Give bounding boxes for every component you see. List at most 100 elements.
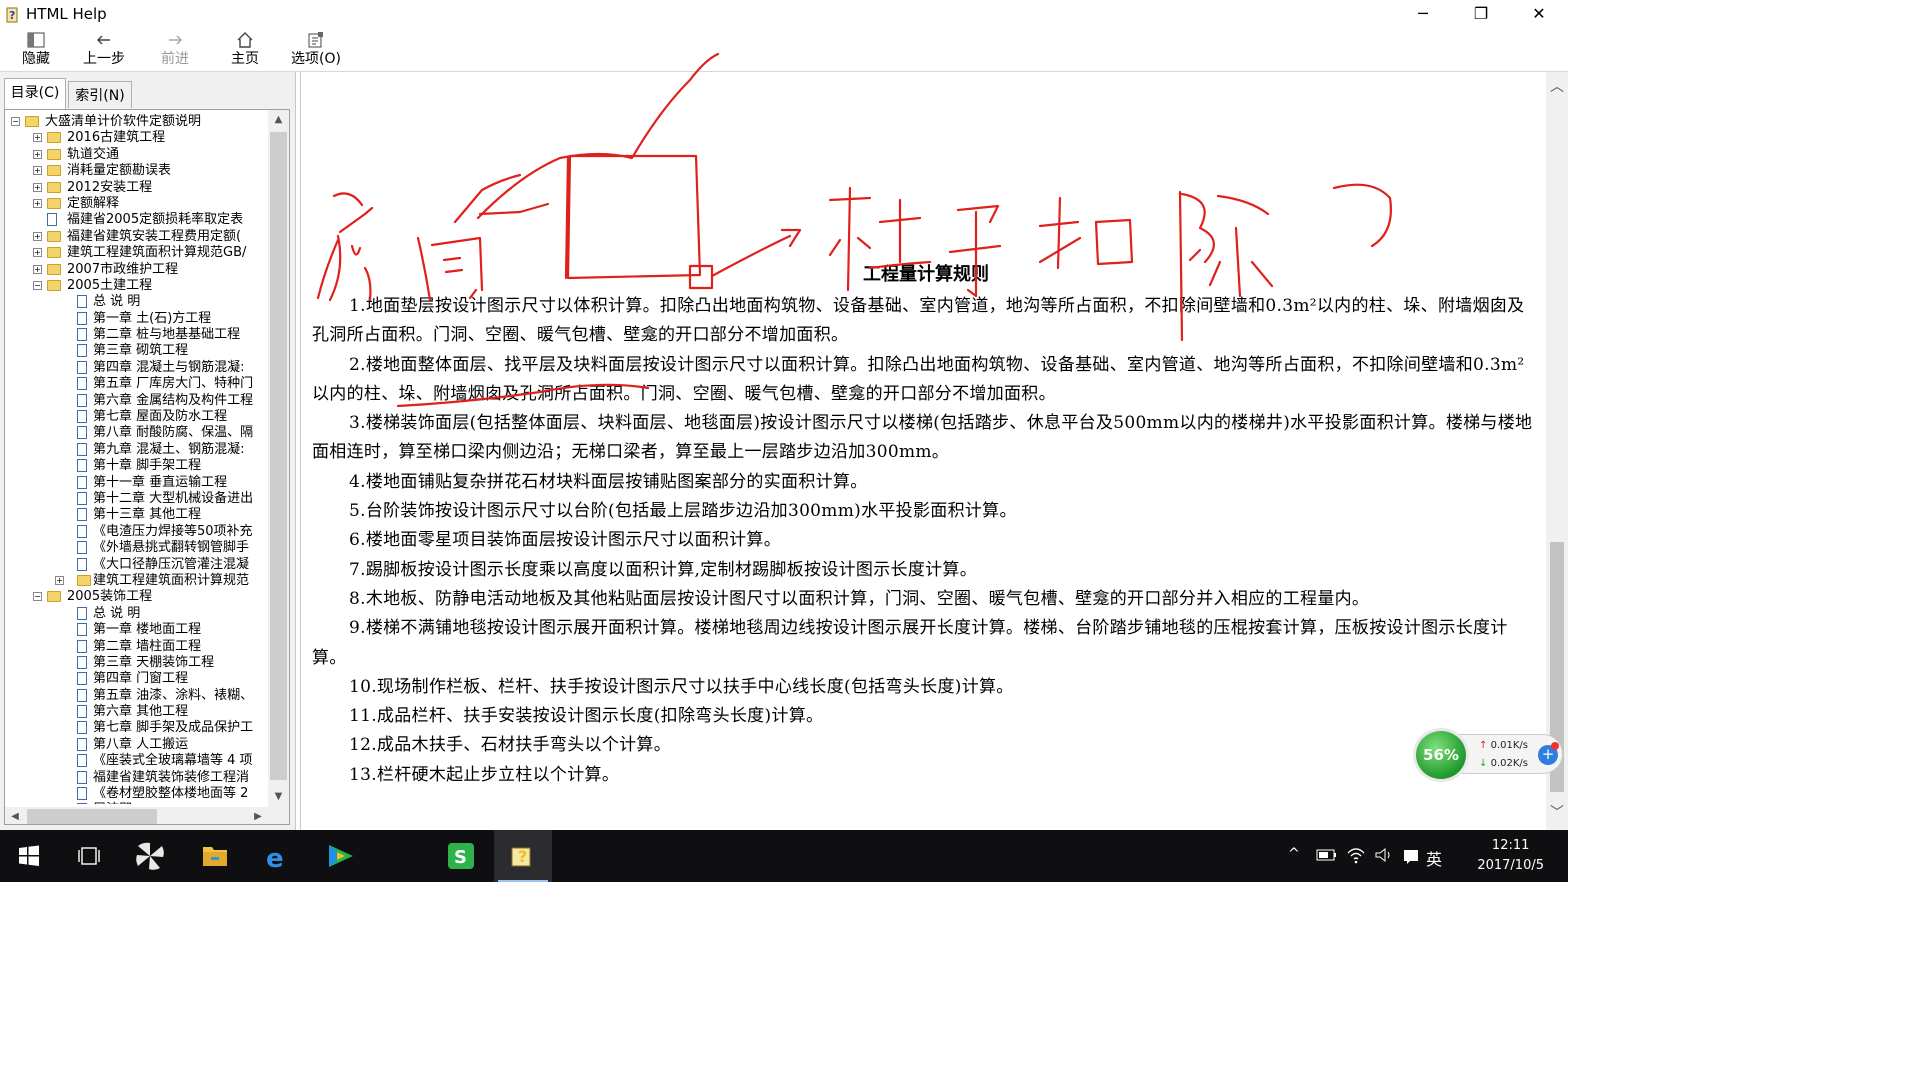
scroll-thumb[interactable]: [270, 132, 287, 780]
expand-icon[interactable]: +: [33, 182, 42, 192]
tree-item[interactable]: 第四章 混凝土与钢筋混凝:: [5, 360, 267, 376]
tab-index[interactable]: 索引(N): [68, 81, 132, 108]
input-method-indicator[interactable]: 英: [1426, 846, 1442, 870]
tree-item[interactable]: 第十一章 垂直运输工程: [5, 475, 267, 491]
tree-item[interactable]: 第三章 砌筑工程: [5, 343, 267, 359]
tree-item[interactable]: 第九章 混凝土、钢筋混凝:: [5, 442, 267, 458]
collapse-icon[interactable]: −: [33, 592, 42, 602]
tree-item[interactable]: 第七章 屋面及防水工程: [5, 409, 267, 425]
expand-icon[interactable]: +: [33, 198, 42, 208]
tree-item[interactable]: 第四章 门窗工程: [5, 671, 267, 687]
tree-vertical-scrollbar[interactable]: ▲ ▼: [268, 110, 289, 807]
help-book-icon: ?: [6, 7, 18, 23]
scroll-left-icon[interactable]: ◀: [5, 807, 25, 824]
tree-item[interactable]: 第七章 脚手架及成品保护工: [5, 720, 267, 736]
scroll-down-icon[interactable]: ﹀: [1546, 802, 1568, 824]
tree-item[interactable]: 第十三章 其他工程: [5, 507, 267, 523]
tree-item[interactable]: +2016古建筑工程: [5, 130, 267, 146]
tree-item[interactable]: 第五章 厂库房大门、特种门: [5, 376, 267, 392]
tree-item[interactable]: 第五章 油漆、涂料、裱糊、: [5, 688, 267, 704]
restore-button[interactable]: ❐: [1452, 0, 1510, 28]
page-icon: [77, 508, 87, 522]
tree-item[interactable]: − 大盛清单计价软件定额说明: [5, 114, 267, 130]
tree-item[interactable]: + 消耗量定额勘误表: [5, 163, 267, 179]
expand-icon[interactable]: +: [33, 264, 42, 274]
memory-usage-ball[interactable]: 56%: [1413, 728, 1469, 782]
expand-icon[interactable]: +: [33, 231, 42, 241]
tree-item[interactable]: + 轨道交通: [5, 147, 267, 163]
tree-item[interactable]: + 建筑工程建筑面积计算规范GB/: [5, 245, 267, 261]
tree-item[interactable]: 《座装式全玻璃幕墙等 4 项: [5, 753, 267, 769]
scroll-up-icon[interactable]: ︿: [1546, 76, 1568, 98]
collapse-icon[interactable]: −: [33, 280, 42, 290]
collapse-icon[interactable]: −: [11, 117, 20, 126]
folder-icon: [47, 230, 61, 242]
green-s-app-button[interactable]: S: [432, 830, 490, 882]
html-help-app-button[interactable]: ?: [494, 830, 552, 882]
tree-horizontal-scrollbar[interactable]: ◀ ▶: [5, 807, 289, 824]
media-player-button[interactable]: [311, 830, 369, 882]
tree-item-label: 第六章 其他工程: [93, 704, 189, 720]
scroll-down-icon[interactable]: ▼: [268, 787, 289, 807]
tree-item[interactable]: 总 说 明: [5, 606, 267, 622]
tree-item[interactable]: 《电渣压力焊接等50项补充: [5, 524, 267, 540]
wifi-icon[interactable]: [1346, 846, 1366, 864]
tree-item[interactable]: 总 说 明: [5, 294, 267, 310]
expand-icon[interactable]: +: [55, 575, 64, 585]
tree-item[interactable]: 第二章 墙柱面工程: [5, 639, 267, 655]
tree-item[interactable]: + 定额解释: [5, 196, 267, 212]
tree-item[interactable]: 福建省建筑装饰装修工程消: [5, 770, 267, 786]
content-vertical-scrollbar[interactable]: ︿ ﹀: [1546, 72, 1568, 830]
tree-item[interactable]: 《卷材塑胶整体楼地面等 2: [5, 786, 267, 802]
tree-item[interactable]: 福建省2005定额损耗率取定表: [5, 212, 267, 228]
forward-button[interactable]: 前进: [145, 28, 205, 72]
tree-item[interactable]: 《大口径静压沉管灌注混凝: [5, 557, 267, 573]
clock[interactable]: 12:11 2017/10/5: [1477, 836, 1544, 876]
page-icon: [77, 737, 87, 751]
tree-item[interactable]: 第六章 其他工程: [5, 704, 267, 720]
task-view-button[interactable]: [60, 830, 118, 882]
tree-item[interactable]: 第六章 金属结构及构件工程: [5, 393, 267, 409]
hide-button[interactable]: 隐藏: [6, 28, 66, 72]
close-button[interactable]: ✕: [1510, 0, 1568, 28]
network-speed-widget[interactable]: 56% ↑ 0.01K/s ↓ 0.02K/s +: [1413, 728, 1565, 782]
file-explorer-button[interactable]: [186, 830, 244, 882]
tree-item[interactable]: 《外墙悬挑式翻转钢管脚手: [5, 540, 267, 556]
scroll-right-icon[interactable]: ▶: [248, 807, 268, 824]
tree-item[interactable]: 第八章 人工搬运: [5, 737, 267, 753]
expand-icon[interactable]: +: [33, 133, 42, 143]
tree-item[interactable]: +2012安装工程: [5, 180, 267, 196]
tree-item-label: 《外墙悬挑式翻转钢管脚手: [93, 540, 250, 556]
start-button[interactable]: [0, 830, 58, 882]
tree-item[interactable]: 第三章 天棚装饰工程: [5, 655, 267, 671]
scroll-thumb[interactable]: [27, 809, 157, 824]
tree-item[interactable]: − 2005装饰工程: [5, 589, 267, 605]
tree-item[interactable]: 第一章 土(石)方工程: [5, 311, 267, 327]
tree-item[interactable]: − 2005土建工程: [5, 278, 267, 294]
edge-browser-button[interactable]: e: [250, 830, 308, 882]
tree-item[interactable]: 屋波即: [5, 802, 267, 804]
options-button[interactable]: 选项(O): [286, 28, 346, 72]
tree-item[interactable]: 第二章 桩与地基基础工程: [5, 327, 267, 343]
expand-icon[interactable]: +: [33, 149, 42, 159]
pinwheel-app-button[interactable]: [121, 830, 179, 882]
tree-item[interactable]: 第一章 楼地面工程: [5, 622, 267, 638]
taskbar: e S ? ^ 英 12:11 2017/10/5: [0, 830, 1568, 882]
tree-item[interactable]: +2007市政维护工程: [5, 262, 267, 278]
scroll-up-icon[interactable]: ▲: [268, 110, 289, 130]
tree-item[interactable]: 第十章 脚手架工程: [5, 458, 267, 474]
tab-contents[interactable]: 目录(C): [4, 78, 66, 110]
volume-icon[interactable]: [1374, 847, 1394, 863]
expand-icon[interactable]: +: [33, 166, 42, 176]
minimize-button[interactable]: ─: [1394, 0, 1452, 28]
tree-item[interactable]: + 福建省建筑安装工程费用定额(: [5, 229, 267, 245]
show-hidden-icons-chevron[interactable]: ^: [1288, 846, 1300, 862]
back-button[interactable]: 上一步: [74, 28, 134, 72]
tree-item[interactable]: 第八章 耐酸防腐、保温、隔: [5, 425, 267, 441]
home-button[interactable]: 主页: [215, 28, 275, 72]
battery-icon[interactable]: [1316, 848, 1338, 862]
expand-icon[interactable]: +: [33, 248, 42, 258]
tree-item[interactable]: 第十二章 大型机械设备进出: [5, 491, 267, 507]
tree-item[interactable]: + 建筑工程建筑面积计算规范: [5, 573, 267, 589]
action-center-icon[interactable]: [1402, 847, 1420, 865]
